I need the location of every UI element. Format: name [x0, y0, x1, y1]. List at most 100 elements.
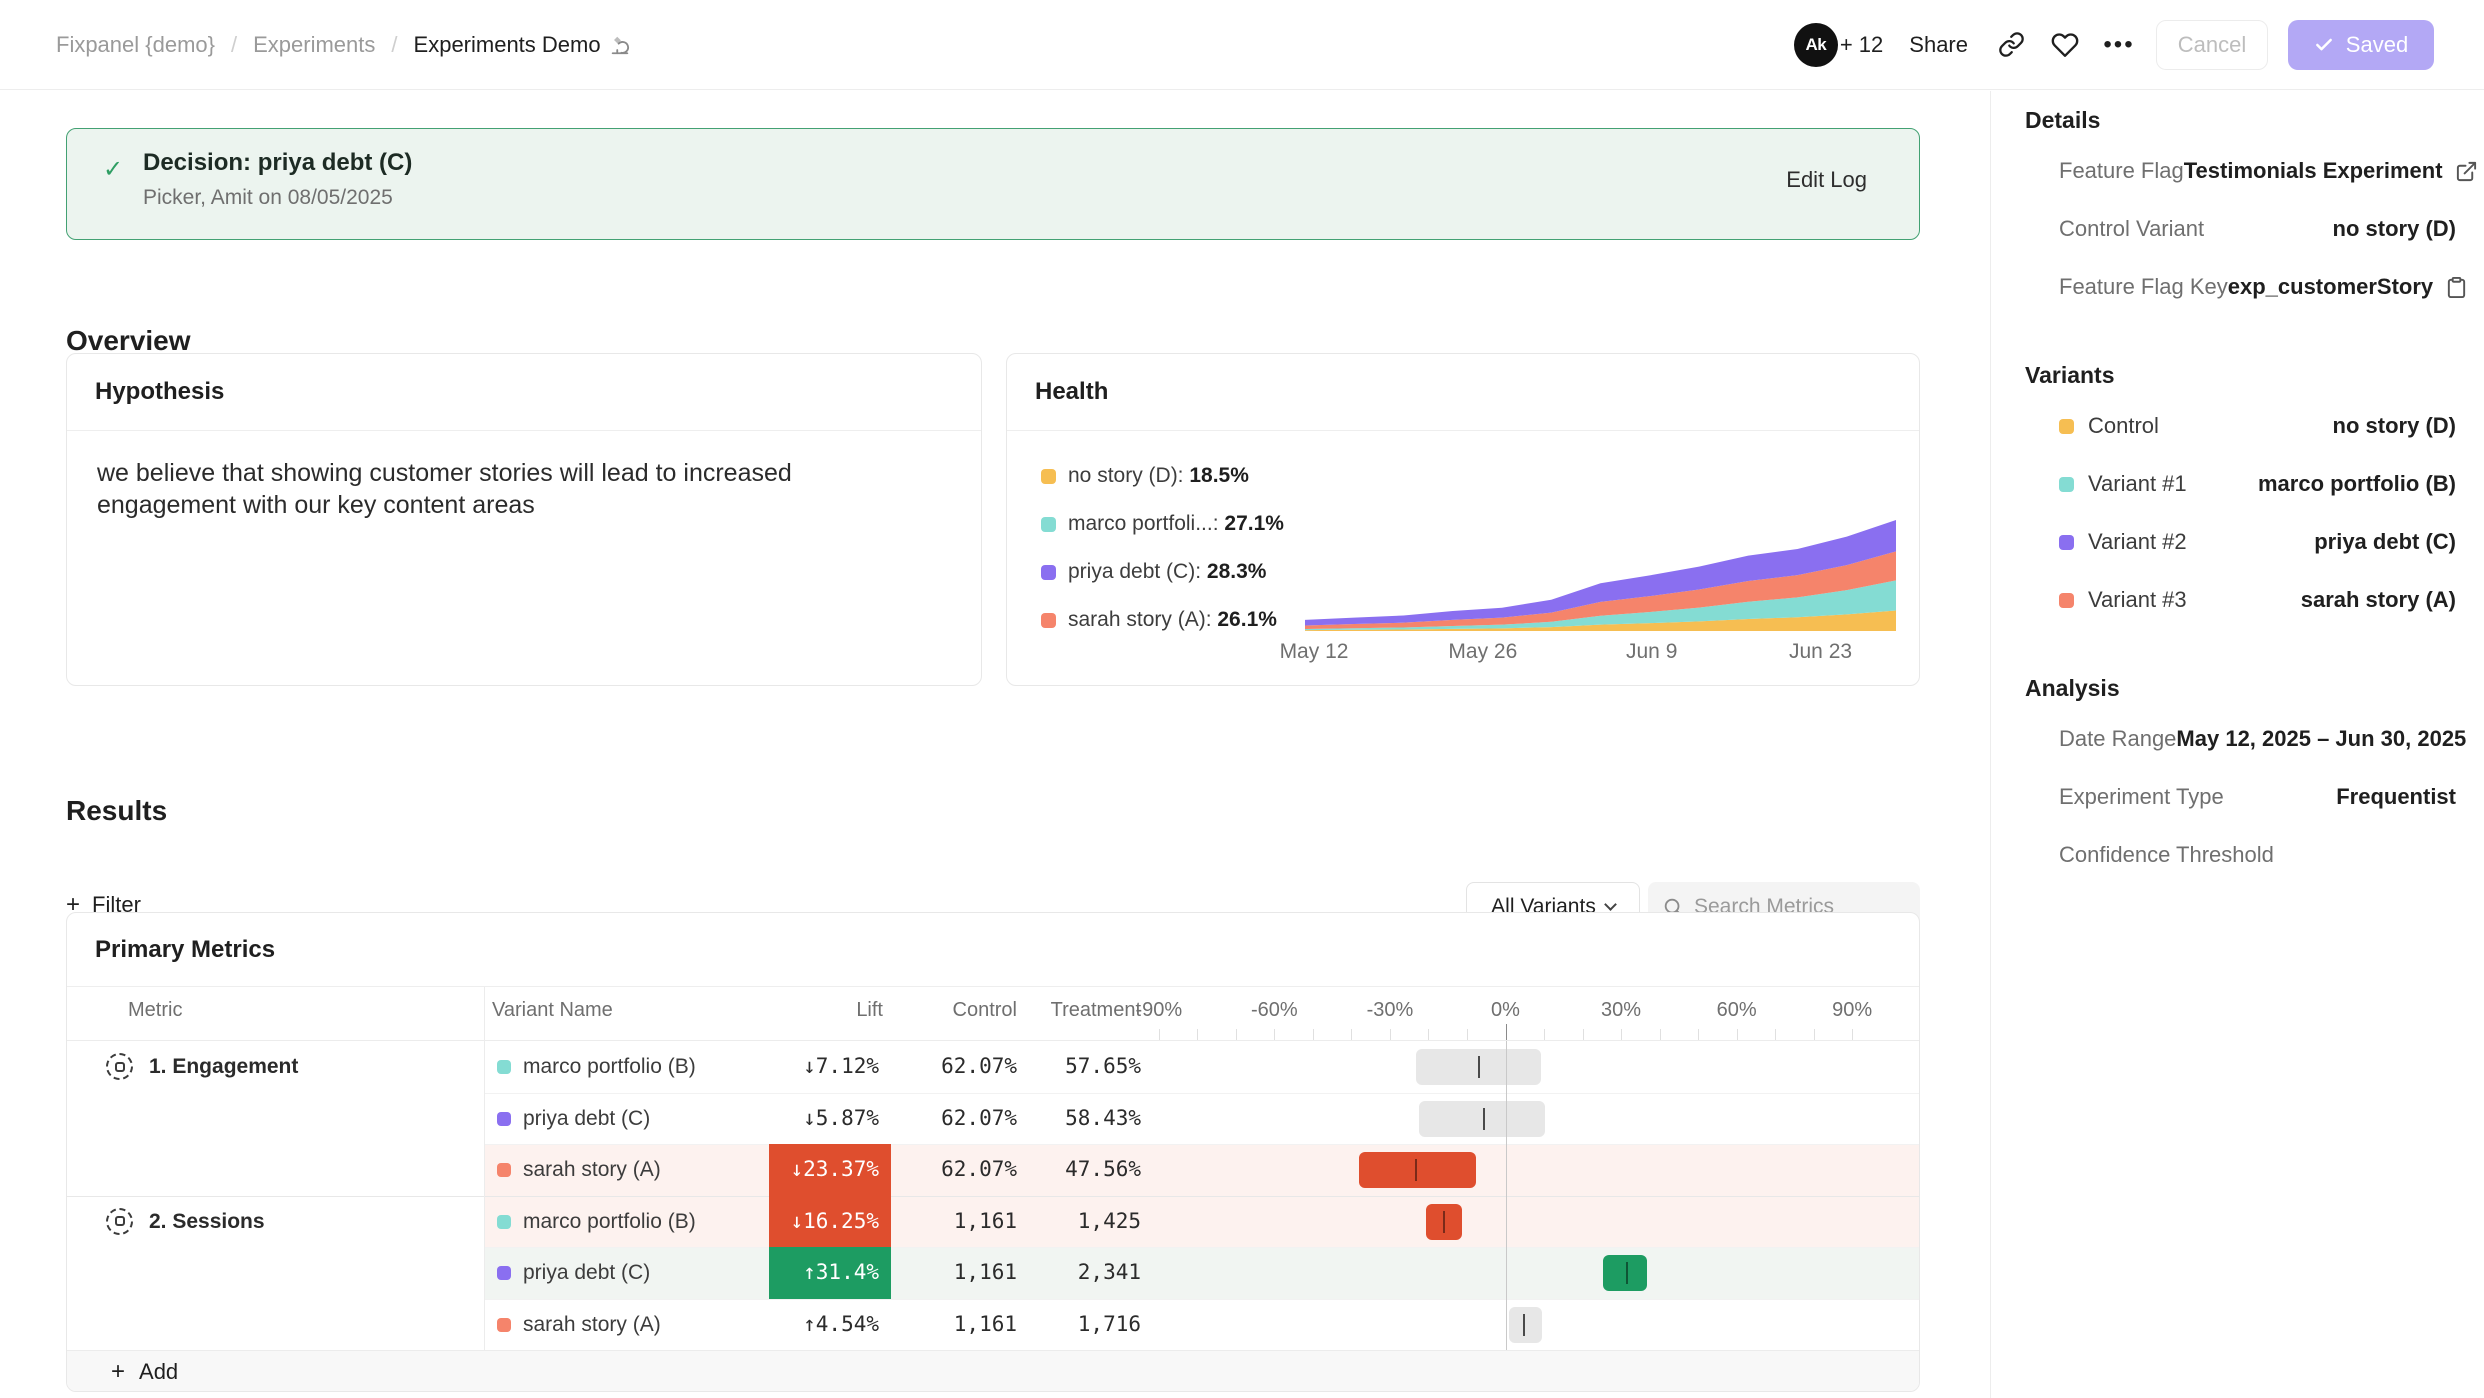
favorite-heart-icon[interactable]: [2048, 28, 2082, 62]
variant-swatch: [2059, 535, 2074, 550]
treatment-value: 1,425: [1027, 1196, 1151, 1248]
legend-item: priya debt (C): 28.3%: [1041, 548, 1284, 596]
edit-log-button[interactable]: Edit Log: [1786, 167, 1867, 193]
detail-row: Feature FlagTestimonials Experiment: [2025, 142, 2456, 200]
axis-tick: [1621, 1029, 1622, 1040]
analysis-row: Date RangeMay 12, 2025 – Jun 30, 2025: [2025, 710, 2456, 768]
lift-value: ↑4.54%: [769, 1299, 891, 1351]
control-value: 62.07%: [891, 1041, 1027, 1093]
avatar-count[interactable]: + 12: [1840, 32, 1883, 58]
detail-row: Feature Flag Keyexp_customerStory: [2025, 258, 2456, 316]
treatment-value: 1,716: [1027, 1299, 1151, 1351]
variant-swatch: [2059, 593, 2074, 608]
variants-section: Variants Controlno story (D)Variant #1ma…: [2025, 362, 2456, 629]
decision-title: Decision: priya debt (C): [143, 149, 1867, 177]
variants-title: Variants: [2025, 362, 2456, 389]
analysis-value: May 12, 2025 – Jun 30, 2025: [2176, 726, 2466, 752]
analysis-title: Analysis: [2025, 675, 2456, 702]
analysis-label: Confidence Threshold: [2059, 842, 2274, 868]
legend-item: marco portfoli...: 27.1%: [1041, 500, 1284, 548]
row-tint: [484, 1144, 1919, 1196]
confidence-interval-bar: [1603, 1255, 1648, 1291]
lift-point-marker: [1626, 1262, 1628, 1284]
x-axis-label: May 12: [1269, 640, 1359, 664]
variant-name: priya debt (C): [523, 1261, 650, 1285]
row-tint: [484, 1196, 1919, 1248]
variant-color-dot: [497, 1318, 511, 1332]
variant-row: Controlno story (D): [2025, 397, 2456, 455]
top-bar: Fixpanel {demo}/Experiments/Experiments …: [0, 0, 2484, 90]
control-value: 1,161: [891, 1299, 1027, 1351]
axis-label: -30%: [1350, 999, 1430, 1022]
col-header-metric: Metric: [128, 999, 182, 1022]
axis-tick: [1428, 1029, 1429, 1040]
variant-value: sarah story (A): [2301, 587, 2456, 613]
primary-metrics-card: Primary Metrics MetricVariant NameLiftCo…: [66, 912, 1920, 1392]
treatment-value: 58.43%: [1027, 1093, 1151, 1145]
details-section: Details Feature FlagTestimonials Experim…: [2025, 107, 2456, 316]
lift-point-marker: [1478, 1056, 1480, 1078]
variant-row: Variant #3sarah story (A): [2025, 571, 2456, 629]
add-metric-button[interactable]: + Add: [67, 1350, 1919, 1392]
axis-label: 90%: [1812, 999, 1892, 1022]
main-content: ✓ Decision: priya debt (C) Picker, Amit …: [0, 91, 1990, 1398]
analysis-row: Experiment TypeFrequentist: [2025, 768, 2456, 826]
copy-icon[interactable]: [2445, 276, 2468, 299]
x-axis-label: May 26: [1438, 640, 1528, 664]
axis-tick: [1313, 1029, 1314, 1040]
breadcrumb-item[interactable]: Fixpanel {demo}: [56, 32, 215, 58]
lift-value: ↓23.37%: [769, 1144, 891, 1196]
detail-row: Control Variantno story (D): [2025, 200, 2456, 258]
col-header-control: Control: [891, 999, 1017, 1022]
variant-label: Variant #2: [2059, 529, 2187, 555]
results-heading: Results: [66, 795, 167, 827]
external-link-icon[interactable]: [2455, 160, 2478, 183]
variant-color-dot: [497, 1112, 511, 1126]
x-axis-label: Jun 23: [1776, 640, 1866, 664]
share-button[interactable]: Share: [1909, 32, 1968, 58]
detail-value: no story (D): [2333, 216, 2456, 242]
plus-icon: +: [111, 1358, 125, 1386]
axis-tick: [1506, 1024, 1507, 1040]
saved-button[interactable]: Saved: [2288, 20, 2434, 70]
analysis-value: Frequentist: [2336, 784, 2456, 810]
goal-target-icon: [106, 1053, 133, 1080]
cancel-button[interactable]: Cancel: [2156, 20, 2268, 70]
variant-value: no story (D): [2333, 413, 2456, 439]
legend-swatch: [1041, 613, 1056, 628]
breadcrumb-item[interactable]: Experiments Demo: [414, 32, 631, 58]
control-value: 1,161: [891, 1196, 1027, 1248]
lift-point-marker: [1523, 1314, 1525, 1336]
avatar[interactable]: Ak: [1794, 23, 1838, 67]
more-options-icon[interactable]: •••: [2102, 28, 2136, 62]
health-stacked-area-chart: [1305, 518, 1905, 633]
axis-tick: [1852, 1029, 1853, 1040]
variant-name: sarah story (A): [523, 1313, 661, 1337]
metric-row: sarah story (A) ↑4.54%1,1611,716: [67, 1299, 1919, 1351]
lift-point-marker: [1415, 1159, 1417, 1181]
metric-name: 2. Sessions: [149, 1210, 265, 1234]
health-title: Health: [1007, 354, 1919, 431]
analysis-row: Confidence Threshold: [2025, 826, 2456, 884]
primary-metrics-header: MetricVariant NameLiftControlTreatment-9…: [67, 987, 1919, 1041]
analysis-section: Analysis Date RangeMay 12, 2025 – Jun 30…: [2025, 675, 2456, 884]
col-header-lift: Lift: [769, 999, 883, 1022]
decision-check-icon: ✓: [103, 155, 123, 184]
divider: [484, 1247, 1919, 1248]
link-icon[interactable]: [1994, 28, 2028, 62]
chevron-down-icon: [1604, 898, 1617, 911]
breadcrumb-item[interactable]: Experiments: [253, 32, 375, 58]
variant-color-dot: [497, 1163, 511, 1177]
axis-tick: [1351, 1029, 1352, 1040]
x-axis-label: Jun 9: [1607, 640, 1697, 664]
decision-banner: ✓ Decision: priya debt (C) Picker, Amit …: [66, 128, 1920, 240]
axis-tick: [1698, 1029, 1699, 1040]
details-title: Details: [2025, 107, 2456, 134]
primary-metrics-rows: 1. Engagementmarco portfolio (B)↓7.12%62…: [67, 1041, 1919, 1350]
legend-swatch: [1041, 469, 1056, 484]
variant-value: priya debt (C): [2314, 529, 2456, 555]
health-legend: no story (D): 18.5%marco portfoli...: 27…: [1041, 452, 1284, 644]
control-value: 1,161: [891, 1247, 1027, 1299]
health-card: Health no story (D): 18.5%marco portfoli…: [1006, 353, 1920, 686]
hypothesis-title: Hypothesis: [67, 354, 981, 431]
